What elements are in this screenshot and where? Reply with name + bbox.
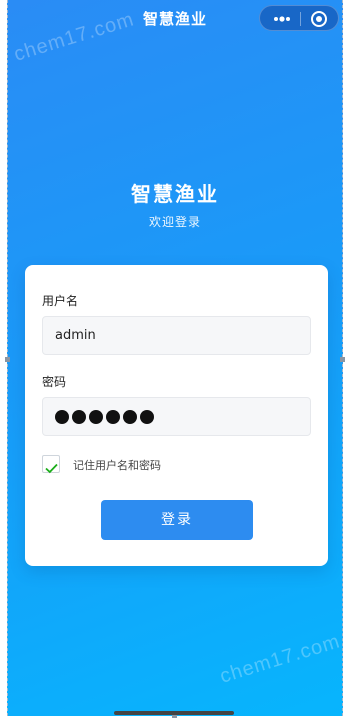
password-mask (55, 410, 154, 424)
remember-checkbox[interactable] (42, 455, 60, 474)
more-dots-icon[interactable] (268, 11, 294, 27)
login-card: 用户名 admin 密码 记住用户名和密码 登录 (25, 265, 328, 566)
password-label: 密码 (42, 375, 67, 389)
checkmark-icon (45, 459, 58, 474)
app-title: 智慧渔业 (131, 182, 219, 206)
remember-label: 记住用户名和密码 (73, 459, 161, 472)
target-circle-icon[interactable] (310, 10, 328, 28)
username-label: 用户名 (42, 294, 79, 308)
username-input[interactable]: admin (42, 316, 311, 355)
capsule-divider (300, 12, 301, 26)
login-button[interactable]: 登录 (101, 500, 253, 540)
resize-handle (5, 357, 10, 362)
welcome-subtitle: 欢迎登录 (148, 215, 201, 229)
resize-handle (340, 357, 345, 362)
app-screen: chem17.com chem17.com 智慧渔业 智慧渔业 欢迎登录 用户名… (7, 0, 343, 716)
mini-program-capsule (259, 5, 339, 31)
password-input[interactable] (42, 397, 311, 436)
watermark: chem17.com (217, 630, 343, 688)
home-indicator (114, 711, 234, 715)
